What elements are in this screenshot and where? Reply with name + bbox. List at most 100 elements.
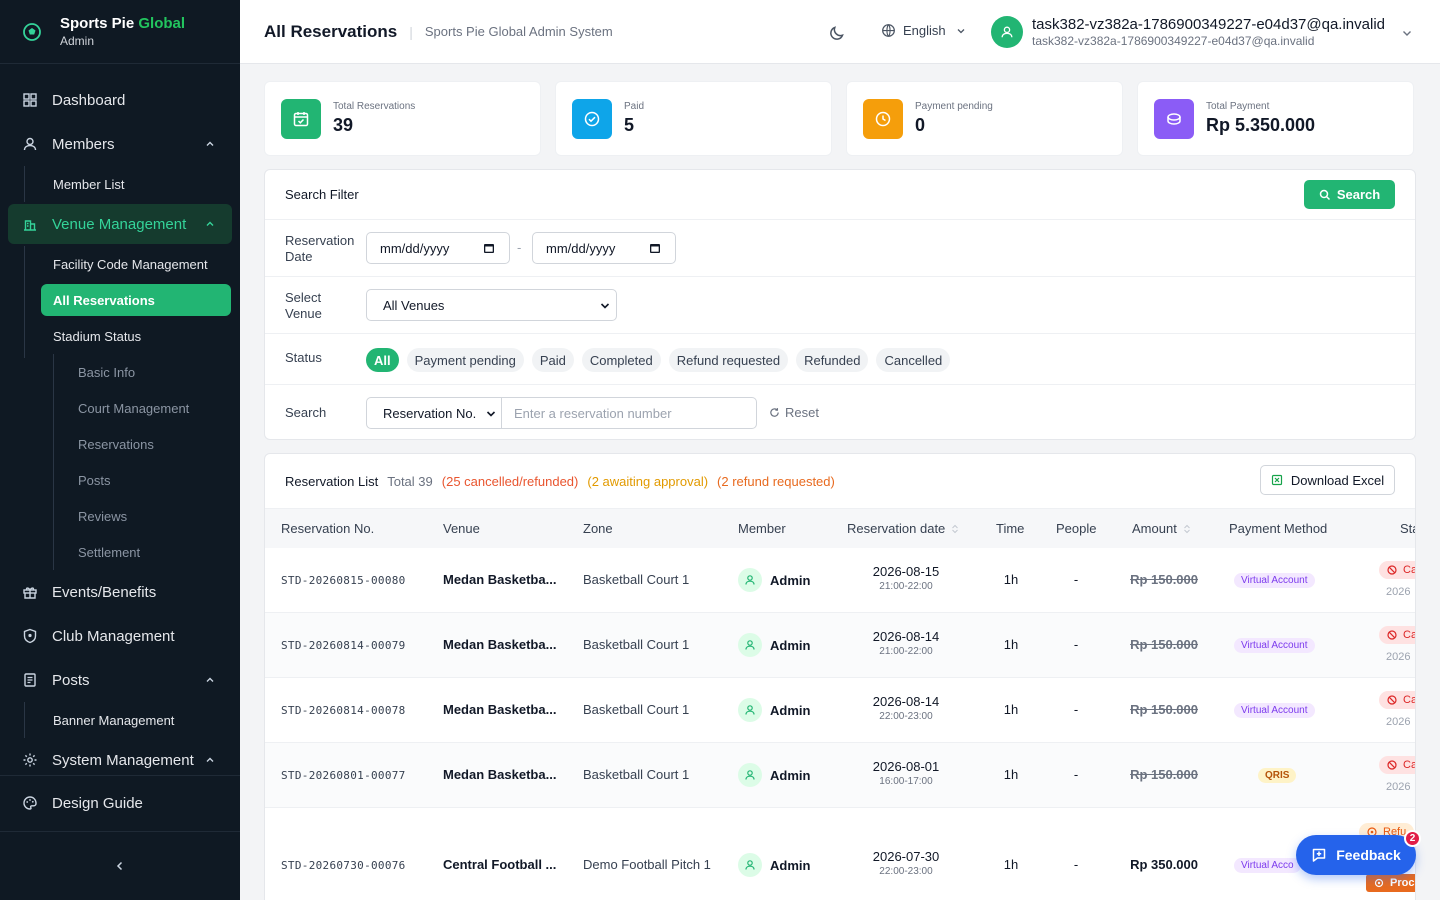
status-date: 2026 (1386, 781, 1411, 793)
sidebar-item-club-management[interactable]: Club Management (0, 614, 240, 658)
coins-icon (1154, 98, 1194, 139)
moon-icon[interactable] (828, 24, 846, 42)
search-type-select[interactable]: Reservation No. (366, 397, 502, 429)
sidebar-item-posts[interactable]: Posts (0, 658, 240, 702)
reservation-no[interactable]: STD-20260814-00078 (281, 704, 406, 717)
table-row[interactable]: STD-20260814-00079 Medan Basketba... Bas… (265, 613, 1415, 678)
chevron-up-icon[interactable] (204, 138, 216, 150)
sidebar-item-label: Dashboard (52, 91, 126, 109)
sidebar-item-member-list[interactable]: Member List (0, 166, 240, 202)
status-chip-cancelled[interactable]: Cancelled (876, 348, 951, 372)
feedback-button[interactable]: Feedback (1296, 835, 1416, 875)
shield-icon (23, 628, 37, 644)
sidebar-item-events-benefits[interactable]: Events/Benefits (0, 570, 240, 614)
brand[interactable]: Sports Pie Global Admin (0, 0, 240, 64)
chevron-down-icon[interactable] (1401, 27, 1413, 39)
status-chip-paid[interactable]: Paid (531, 348, 574, 372)
table-row[interactable]: STD-20260815-00080 Medan Basketba... Bas… (265, 548, 1415, 613)
table-row[interactable]: STD-20260730-00076 Central Football ... … (265, 808, 1415, 900)
table-row[interactable]: STD-20260801-00077 Medan Basketba... Bas… (265, 743, 1415, 808)
reservation-slot: 21:00-22:00 (879, 646, 933, 657)
status-chip-payment-pending[interactable]: Payment pending (406, 348, 524, 372)
excel-icon (1271, 474, 1282, 486)
sidebar-item-reviews[interactable]: Reviews (0, 498, 240, 534)
amount-value: Rp 150.000 (1130, 637, 1198, 652)
search-button[interactable]: Search (1304, 180, 1395, 209)
filter-header: Search Filter Search (265, 170, 1415, 220)
ban-icon (1387, 565, 1397, 575)
table-row[interactable]: STD-20260814-00078 Medan Basketba... Bas… (265, 678, 1415, 743)
venue-select[interactable]: All Venues (366, 289, 617, 321)
reservation-number-input[interactable]: Enter a reservation number (501, 397, 757, 429)
sidebar-item-members[interactable]: Members (0, 122, 240, 166)
reservation-date-cell: 2026-08-15 21:00-22:00 (861, 564, 951, 592)
col-time: Time (996, 521, 1025, 536)
sidebar-item-settlement[interactable]: Settlement (0, 534, 240, 570)
reservation-no[interactable]: STD-20260730-00076 (281, 859, 406, 872)
reservation-date-cell: 2026-08-14 22:00-23:00 (861, 694, 951, 722)
reservation-slot: 16:00-17:00 (879, 776, 933, 787)
gear-icon (1374, 878, 1384, 888)
reservation-date: 2026-08-15 (872, 564, 940, 579)
col-reservation-no: Reservation No. (281, 521, 375, 536)
reservation-no[interactable]: STD-20260801-00077 (281, 769, 406, 782)
reservation-date-cell: 2026-08-14 21:00-22:00 (861, 629, 951, 657)
submenu-line (53, 354, 54, 570)
sidebar-item-basic-info[interactable]: Basic Info (0, 354, 240, 390)
payment-method-badge: Virtual Account (1234, 703, 1315, 718)
reset-button[interactable]: Reset (769, 405, 819, 420)
reservation-date-cell: 2026-07-30 22:00-23:00 (861, 849, 951, 877)
reservation-no[interactable]: STD-20260814-00079 (281, 639, 406, 652)
reservation-no[interactable]: STD-20260815-00080 (281, 574, 406, 587)
status-chip-refund-requested[interactable]: Refund requested (668, 348, 789, 372)
page-subtitle: Sports Pie Global Admin System (424, 24, 613, 39)
date-from-input[interactable]: mm/dd/yyyy (366, 232, 510, 264)
refund-requested-count: (2 refund requested) (717, 473, 835, 489)
reservation-slot: 22:00-23:00 (879, 866, 933, 877)
status-chip-refunded[interactable]: Refunded (796, 348, 869, 372)
sidebar-item-court-management[interactable]: Court Management (0, 390, 240, 426)
title-separator: | (409, 23, 413, 40)
status-chip-completed[interactable]: Completed (581, 348, 661, 372)
search-type-value: Reservation No. (383, 405, 477, 421)
language-label: English (903, 23, 946, 38)
language-selector[interactable]: English (881, 23, 966, 38)
time-value: 1h (1003, 857, 1019, 872)
download-excel-button[interactable]: Download Excel (1260, 465, 1395, 495)
filter-label-venue: Select Venue (285, 290, 322, 321)
status-chip-all[interactable]: All (366, 348, 399, 372)
date-to-input[interactable]: mm/dd/yyyy (532, 232, 676, 264)
sidebar-item-all-reservations[interactable]: All Reservations (41, 284, 231, 316)
zone-name: Basketball Court 1 (583, 702, 690, 717)
col-amount[interactable]: Amount (1132, 521, 1191, 536)
col-member: Member (738, 521, 786, 536)
cancelled-count: (25 cancelled/refunded) (441, 473, 579, 489)
zone-name: Basketball Court 1 (583, 572, 690, 587)
list-total: Total 39 (387, 473, 433, 489)
status-badge: Ca (1379, 561, 1415, 579)
col-reservation-date[interactable]: Reservation date (847, 521, 959, 536)
user-name: task382-vz382a-1786900349227-e04d37@qa.i… (1032, 16, 1385, 33)
member-avatar (738, 853, 762, 877)
sidebar-item-banner-management[interactable]: Banner Management (0, 702, 240, 738)
top-header: All Reservations | Sports Pie Global Adm… (240, 0, 1440, 64)
sidebar-item-facility-code[interactable]: Facility Code Management (0, 246, 240, 282)
zone-name: Basketball Court 1 (583, 767, 690, 782)
chevron-up-icon[interactable] (204, 218, 216, 230)
sidebar-collapse-button[interactable] (0, 831, 240, 900)
sidebar-item-design-guide[interactable]: Design Guide (0, 781, 240, 825)
people-value: - (1073, 637, 1079, 652)
sidebar-item-posts-sub[interactable]: Posts (0, 462, 240, 498)
user-menu[interactable]: task382-vz382a-1786900349227-e04d37@qa.i… (991, 16, 1385, 48)
status-date: 2026 (1386, 716, 1411, 728)
sidebar-item-dashboard[interactable]: Dashboard (0, 78, 240, 122)
chevron-up-icon[interactable] (204, 754, 216, 766)
member-name: Admin (770, 702, 811, 718)
sidebar-item-venue-management[interactable]: Venue Management (8, 204, 232, 244)
sidebar-item-label: Members (52, 135, 115, 153)
brand-role: Admin (60, 34, 95, 48)
sidebar-item-label: Events/Benefits (52, 583, 157, 601)
sidebar-item-stadium-status[interactable]: Stadium Status (0, 318, 240, 354)
sidebar-item-reservations[interactable]: Reservations (0, 426, 240, 462)
chevron-up-icon[interactable] (204, 674, 216, 686)
